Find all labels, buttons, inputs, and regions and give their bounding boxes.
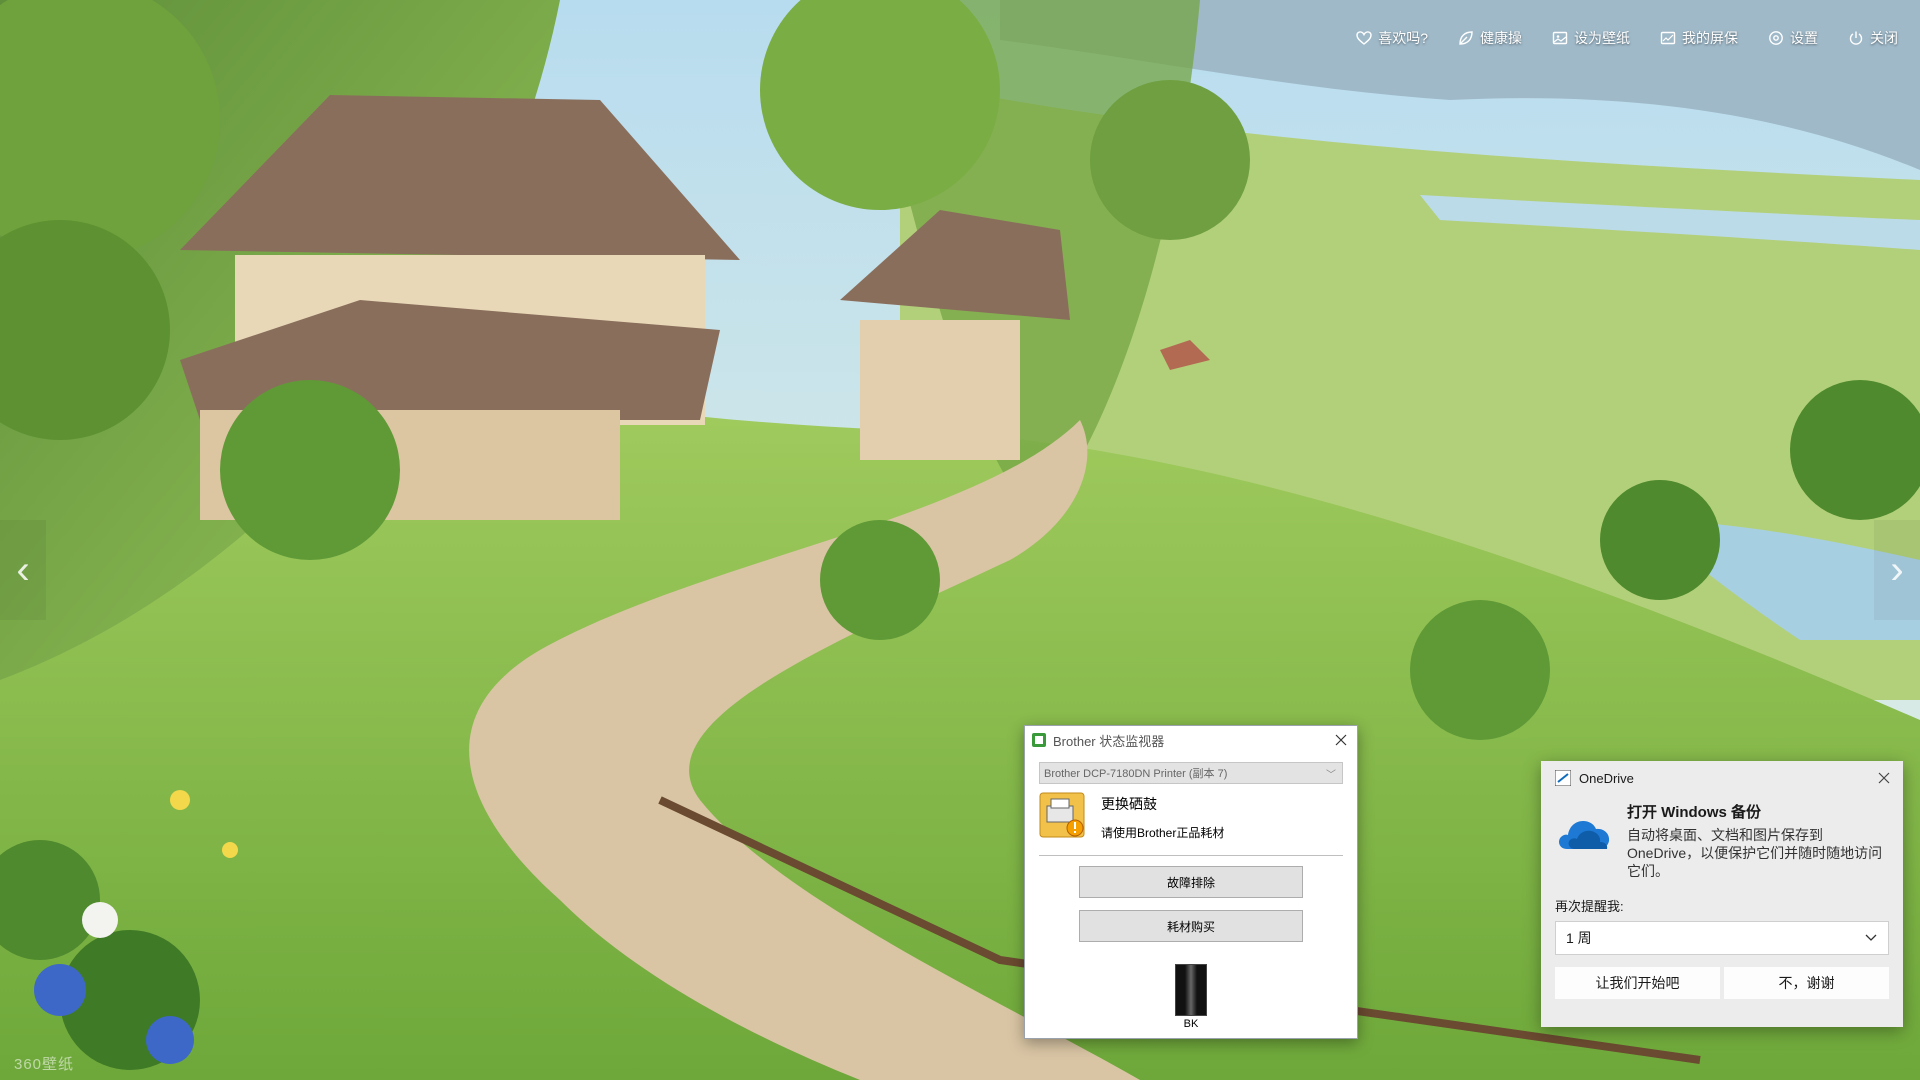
buy-supplies-button[interactable]: 耗材购买 (1079, 910, 1303, 942)
my-screensaver-label: 我的屏保 (1682, 30, 1738, 46)
notification-header: OneDrive (1541, 761, 1903, 795)
remind-interval-value: 1 周 (1566, 930, 1592, 946)
gear-icon (1768, 30, 1784, 46)
toner-level: BK (1174, 964, 1208, 1030)
toner-color-label: BK (1183, 1018, 1199, 1030)
status-message: 更换硒鼓 (1101, 796, 1157, 812)
printer-select-value: Brother DCP-7180DN Printer (副本 7) (1044, 768, 1228, 780)
heart-icon (1356, 30, 1372, 46)
previous-wallpaper-button[interactable]: ‹ (0, 520, 46, 620)
troubleshoot-button[interactable]: 故障排除 (1079, 866, 1303, 898)
title-bar: Brother 状态监视器 (1025, 726, 1357, 754)
notification-actions: 让我们开始吧 不，谢谢 (1555, 967, 1889, 999)
notification-title: 打开 Windows 备份 (1627, 804, 1762, 821)
screensaver-icon (1660, 30, 1676, 46)
printer-select[interactable]: Brother DCP-7180DN Printer (副本 7) ﹀ (1039, 762, 1343, 784)
wallpaper-watermark: 360壁纸 (14, 1056, 75, 1073)
onedrive-cloud-icon (1559, 821, 1610, 849)
remind-label: 再次提醒我: (1555, 899, 1624, 914)
start-button[interactable]: 让我们开始吧 (1555, 967, 1720, 999)
leaf-icon (1458, 30, 1474, 46)
brother-app-icon (1032, 733, 1046, 747)
power-icon (1848, 30, 1864, 46)
health-exercise-label: 健康操 (1480, 30, 1522, 46)
toner-cartridge-icon (1175, 964, 1207, 1016)
chevron-down-icon (1865, 934, 1877, 941)
screensaver-toolbar: 喜欢吗? 健康操 设为壁纸 我的屏保 设置 关闭 (1326, 28, 1898, 48)
remind-interval-select[interactable]: 1 周 (1555, 921, 1889, 955)
chevron-left-icon: ‹ (16, 547, 30, 592)
status-sub-message: 请使用Brother正品耗材 (1101, 826, 1225, 840)
my-screensaver-button[interactable]: 我的屏保 (1660, 28, 1738, 48)
next-wallpaper-button[interactable]: › (1874, 520, 1920, 620)
chevron-right-icon: › (1890, 547, 1904, 592)
close-icon[interactable] (1877, 771, 1891, 785)
chevron-down-icon: ﹀ (1326, 770, 1336, 781)
like-label: 喜欢吗? (1378, 30, 1428, 46)
close-screensaver-button[interactable]: 关闭 (1848, 28, 1898, 48)
brother-status-monitor-window: Brother 状态监视器 Brother DCP-7180DN Printer… (1024, 725, 1358, 1039)
printer-warning-icon (1039, 792, 1085, 838)
close-icon[interactable] (1333, 732, 1349, 748)
notification-body: 打开 Windows 备份 自动将桌面、文档和图片保存到 OneDrive，以便… (1541, 795, 1903, 880)
picture-icon (1552, 30, 1568, 46)
set-wallpaper-button[interactable]: 设为壁纸 (1552, 28, 1630, 48)
divider (1039, 855, 1343, 856)
onedrive-notification: OneDrive 打开 Windows 备份 自动将桌面、文档和图片保存到 On… (1541, 761, 1903, 1027)
decline-button[interactable]: 不，谢谢 (1724, 967, 1889, 999)
notification-description: 自动将桌面、文档和图片保存到 OneDrive，以便保护它们并随时随地访问它们。 (1627, 827, 1883, 879)
health-exercise-button[interactable]: 健康操 (1458, 28, 1522, 48)
window-title: Brother 状态监视器 (1053, 733, 1165, 749)
printer-status: 更换硒鼓 请使用Brother正品耗材 (1039, 792, 1343, 841)
like-button[interactable]: 喜欢吗? (1356, 28, 1428, 48)
onedrive-app-icon (1555, 770, 1571, 786)
set-wallpaper-label: 设为壁纸 (1574, 30, 1630, 46)
settings-button[interactable]: 设置 (1768, 28, 1818, 48)
settings-label: 设置 (1790, 30, 1818, 46)
notification-app-name: OneDrive (1579, 770, 1634, 786)
close-label: 关闭 (1870, 30, 1898, 46)
